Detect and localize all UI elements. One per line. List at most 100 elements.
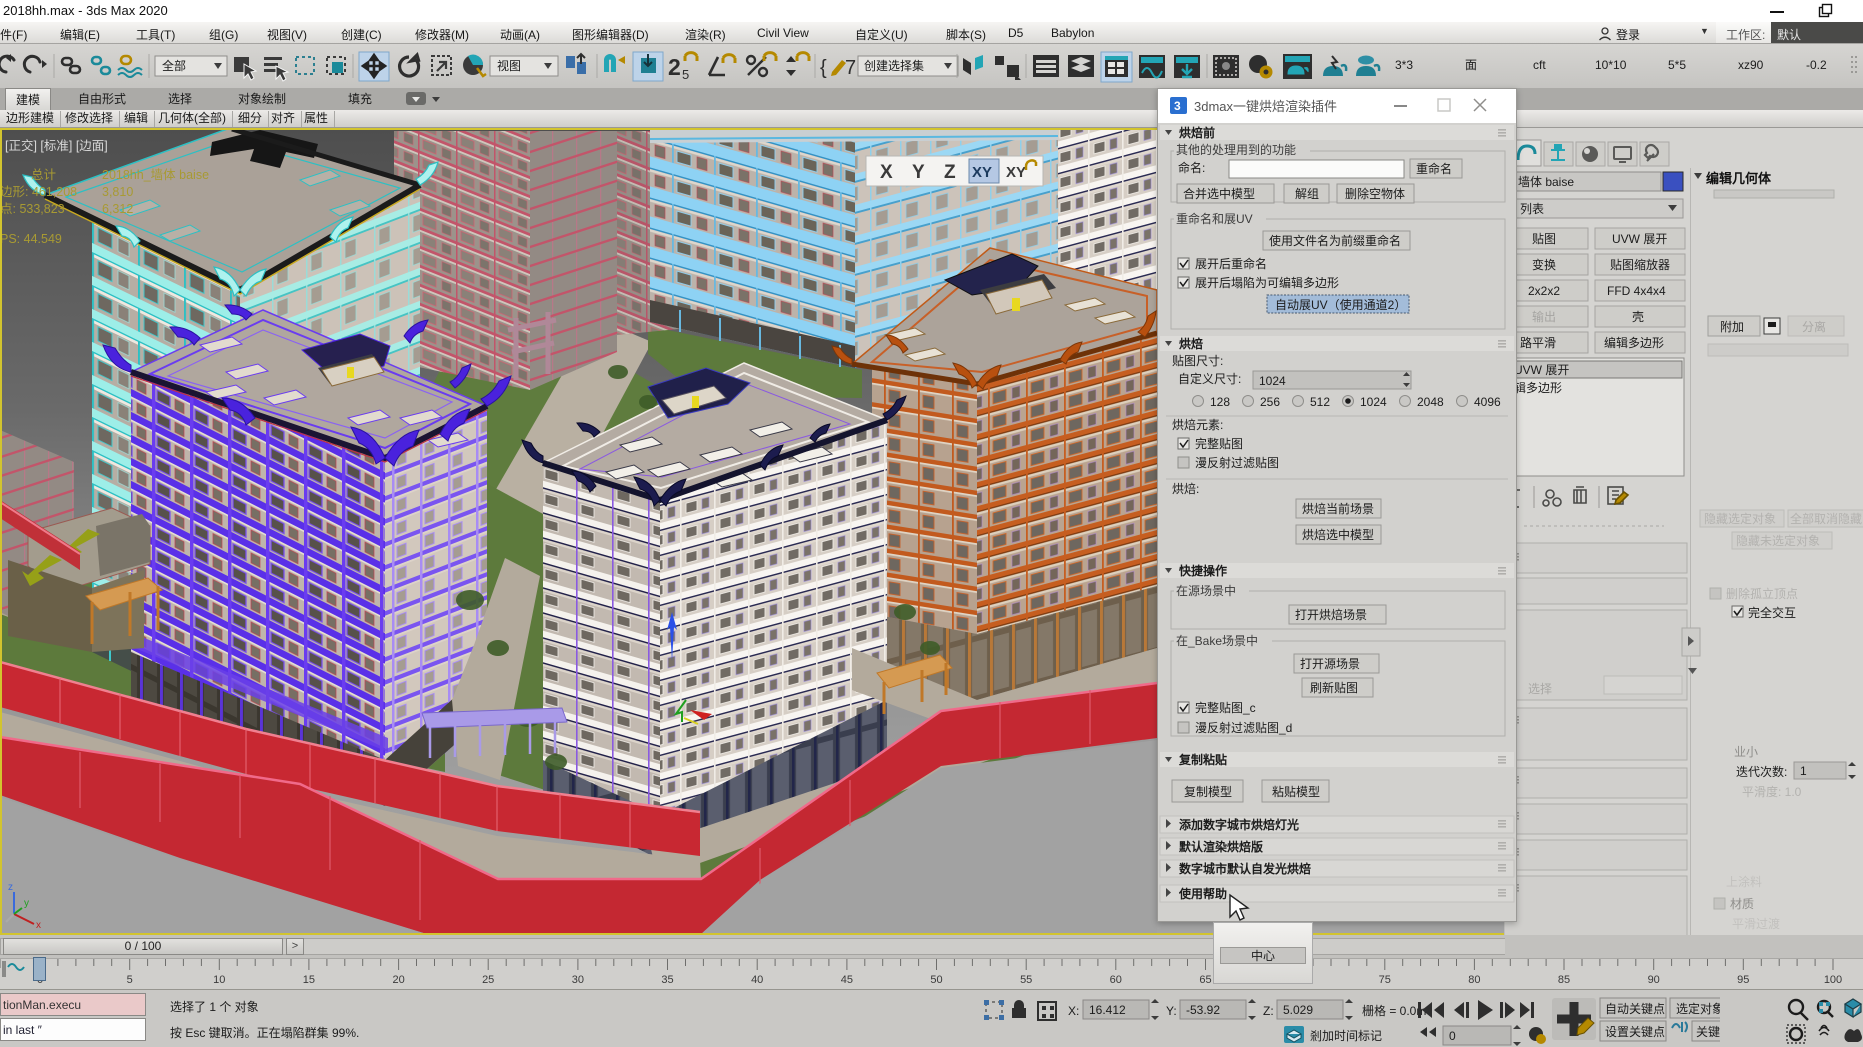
svg-text:50: 50 xyxy=(930,974,942,986)
svg-text:贴图尺寸:: 贴图尺寸: xyxy=(1172,354,1223,368)
svg-text:完整贴图: 完整贴图 xyxy=(1195,436,1243,451)
svg-text:80: 80 xyxy=(1468,974,1480,986)
svg-text:3*3: 3*3 xyxy=(1395,58,1413,72)
svg-text:5: 5 xyxy=(682,67,689,82)
svg-text:在_Bake场景中: 在_Bake场景中 xyxy=(1176,633,1258,648)
svg-text:25: 25 xyxy=(482,974,494,986)
svg-text:漫反射过滤贴图: 漫反射过滤贴图 xyxy=(1195,455,1279,470)
svg-text:95: 95 xyxy=(1737,974,1749,986)
svg-text:30: 30 xyxy=(572,974,584,986)
svg-text:XY: XY xyxy=(1006,164,1026,181)
svg-text:栅格 = 0.0m: 栅格 = 0.0m xyxy=(1362,1003,1426,1018)
svg-text:完全交互: 完全交互 xyxy=(1748,605,1796,620)
svg-text:自动展UV（使用通道2）: 自动展UV（使用通道2） xyxy=(1275,297,1406,312)
svg-text:辑多边形: 辑多边形 xyxy=(1514,381,1562,395)
svg-text:合并选中模型: 合并选中模型 xyxy=(1183,186,1255,201)
svg-text:面: 面 xyxy=(1465,58,1477,72)
svg-text:75: 75 xyxy=(1379,974,1391,986)
svg-text:展开后重命名: 展开后重命名 xyxy=(1195,256,1267,271)
svg-text:解组: 解组 xyxy=(1295,187,1319,201)
svg-text:3: 3 xyxy=(1174,99,1181,113)
svg-text:使用帮助: 使用帮助 xyxy=(1178,886,1227,901)
svg-text:重命名: 重命名 xyxy=(1416,161,1452,176)
svg-text:Z:: Z: xyxy=(1263,1004,1274,1018)
svg-text:1: 1 xyxy=(1800,764,1807,778)
svg-text:默认渲染烘焙版: 默认渲染烘焙版 xyxy=(1179,839,1263,854)
svg-text:60: 60 xyxy=(1110,974,1122,986)
svg-text:-0.2: -0.2 xyxy=(1806,58,1827,72)
svg-text:隐藏选定对象: 隐藏选定对象 xyxy=(1704,511,1776,526)
svg-text:100: 100 xyxy=(1824,974,1842,986)
svg-text:5: 5 xyxy=(127,974,133,986)
svg-text:附加: 附加 xyxy=(1720,320,1744,334)
svg-text:UVW 展开: UVW 展开 xyxy=(1514,363,1569,377)
svg-text:65: 65 xyxy=(1199,974,1211,986)
svg-text:烘焙:: 烘焙: xyxy=(1172,481,1199,496)
svg-text:cft: cft xyxy=(1533,58,1546,72)
svg-text:其他的处理用到的功能: 其他的处理用到的功能 xyxy=(1176,142,1296,157)
svg-text:上涂料: 上涂料 xyxy=(1726,874,1762,889)
svg-text:{: { xyxy=(820,57,827,79)
svg-text:X:: X: xyxy=(1068,1004,1079,1018)
svg-text:打开烘焙场景: 打开烘焙场景 xyxy=(1295,607,1367,622)
svg-text:z: z xyxy=(8,882,13,893)
svg-text:墙体 baise: 墙体 baise xyxy=(1518,175,1574,189)
svg-text:xz90: xz90 xyxy=(1738,58,1764,72)
svg-text:变换: 变换 xyxy=(1532,257,1556,272)
svg-text:总计: 总计 xyxy=(31,168,56,182)
svg-text:全部: 全部 xyxy=(162,58,186,73)
svg-text:关键点过滤器...: 关键点过滤器... xyxy=(1696,1025,1720,1039)
svg-text:命名:: 命名: xyxy=(1178,160,1205,175)
svg-text:-53.92: -53.92 xyxy=(1186,1003,1220,1017)
svg-text:512: 512 xyxy=(1310,395,1330,409)
svg-text:添加数字城市烘焙灯光: 添加数字城市烘焙灯光 xyxy=(1179,817,1299,832)
svg-text:剎加时间标记: 剎加时间标记 xyxy=(1310,1029,1382,1043)
svg-text:完整贴图_c: 完整贴图_c xyxy=(1195,700,1256,715)
svg-text:2: 2 xyxy=(668,54,681,80)
svg-text:烘焙: 烘焙 xyxy=(1179,336,1203,351)
svg-text:列表: 列表 xyxy=(1520,202,1544,216)
svg-text:1024: 1024 xyxy=(1259,374,1286,388)
svg-text:在源场景中: 在源场景中 xyxy=(1176,583,1236,598)
svg-text:0: 0 xyxy=(1449,1029,1456,1043)
svg-text:2x2x2: 2x2x2 xyxy=(1528,284,1560,298)
svg-text:XY: XY xyxy=(972,164,992,181)
svg-text:45: 45 xyxy=(841,974,853,986)
svg-text:7: 7 xyxy=(845,57,856,79)
svg-text:自动关键点: 自动关键点 xyxy=(1605,1002,1665,1016)
svg-text:2018hh_墙体 baise: 2018hh_墙体 baise xyxy=(102,168,209,182)
svg-text:设置关键点: 设置关键点 xyxy=(1605,1025,1665,1039)
svg-text:删除空物体: 删除空物体 xyxy=(1345,186,1405,201)
svg-text:x: x xyxy=(36,920,41,931)
svg-text:256: 256 xyxy=(1260,395,1280,409)
svg-text:3dmax一键烘焙渲染插件: 3dmax一键烘焙渲染插件 xyxy=(1194,99,1337,114)
svg-text:2048: 2048 xyxy=(1417,395,1444,409)
svg-text:创建选择集: 创建选择集 xyxy=(864,58,924,73)
svg-text:10: 10 xyxy=(213,974,225,986)
svg-text:壳: 壳 xyxy=(1632,310,1644,324)
svg-text:复制粘贴: 复制粘贴 xyxy=(1178,752,1227,767)
svg-text:5*5: 5*5 xyxy=(1668,58,1686,72)
svg-text:平滑过渡: 平滑过渡 xyxy=(1732,916,1780,931)
svg-text:贴图缩放器: 贴图缩放器 xyxy=(1610,257,1670,272)
svg-text:3,810: 3,810 xyxy=(102,185,133,199)
svg-text:X: X xyxy=(880,162,893,183)
svg-text:视图: 视图 xyxy=(497,58,521,73)
svg-text:全部取消隐藏: 全部取消隐藏 xyxy=(1790,511,1862,526)
svg-text:[正交] [标准] [边面]: [正交] [标准] [边面] xyxy=(5,138,108,153)
svg-text:128: 128 xyxy=(1210,395,1230,409)
svg-text:10*10: 10*10 xyxy=(1595,58,1627,72)
svg-text:选择: 选择 xyxy=(1528,682,1552,696)
svg-text:刷新贴图: 刷新贴图 xyxy=(1310,680,1358,695)
svg-text:UVW 展开: UVW 展开 xyxy=(1612,232,1667,246)
svg-text:迭代次数:: 迭代次数: xyxy=(1736,764,1787,779)
svg-text:自定义尺寸:: 自定义尺寸: xyxy=(1178,371,1241,386)
svg-text:90: 90 xyxy=(1648,974,1660,986)
svg-text:1024: 1024 xyxy=(1360,395,1387,409)
svg-text:20: 20 xyxy=(392,974,404,986)
svg-text:使用文件名为前缀重命名: 使用文件名为前缀重命名 xyxy=(1269,233,1401,248)
svg-text:Z: Z xyxy=(944,162,956,183)
svg-text:编辑几何体: 编辑几何体 xyxy=(1706,171,1772,186)
svg-text:4096: 4096 xyxy=(1474,395,1501,409)
svg-text:重命名和展UV: 重命名和展UV xyxy=(1176,211,1253,226)
